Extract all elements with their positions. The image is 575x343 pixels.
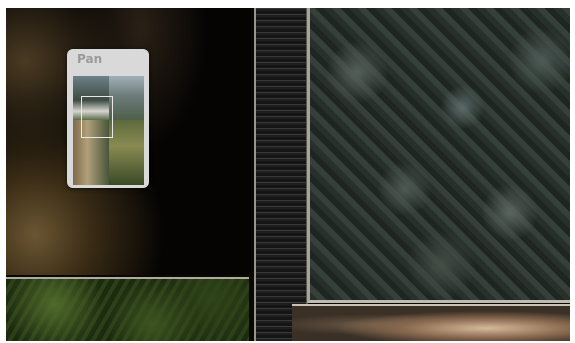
pan-panel-title: Pan (77, 52, 103, 66)
image-tile-forest (6, 277, 249, 341)
pan-thumbnail[interactable] (73, 76, 144, 185)
image-viewer-stage[interactable]: Pan (6, 8, 570, 341)
pan-navigator-panel[interactable]: Pan (67, 49, 149, 188)
thumbnail-cell (109, 120, 144, 185)
pan-viewport-indicator[interactable] (81, 96, 113, 138)
image-tile-texture (307, 8, 570, 303)
image-tile-bottom-right (292, 304, 570, 341)
thumbnail-cell (109, 76, 144, 120)
film-strip-divider (254, 8, 308, 341)
